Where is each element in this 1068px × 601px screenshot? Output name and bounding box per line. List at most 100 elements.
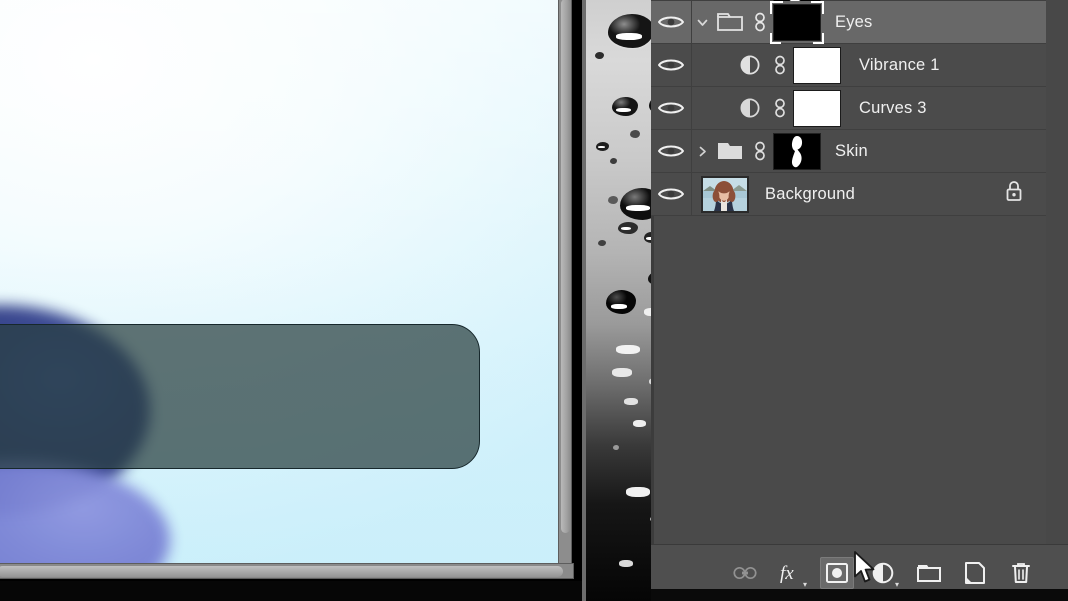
lock-indicator-background[interactable] — [1004, 180, 1024, 209]
layer-name-eyes: Eyes — [835, 12, 873, 31]
water-drop — [644, 232, 651, 243]
canvas-vertical-scrollbar[interactable] — [558, 0, 572, 568]
adjustment-circle-icon — [740, 98, 760, 118]
window-bottom-edge — [0, 581, 586, 601]
link-indicator-curves-3[interactable] — [767, 98, 793, 118]
canvas-vertical-scrollbar-thumb[interactable] — [561, 0, 570, 533]
water-drop-highlight — [624, 398, 638, 405]
canvas-horizontal-scrollbar[interactable] — [0, 563, 574, 579]
link-icon — [733, 566, 757, 580]
visibility-toggle-curves-3[interactable] — [651, 100, 691, 116]
new-group-button[interactable] — [912, 557, 946, 589]
layer-row-vibrance-1[interactable]: Vibrance 1 — [651, 44, 1046, 87]
link-indicator-eyes[interactable] — [747, 12, 773, 32]
layer-name-background: Background — [765, 184, 856, 203]
layer-row-eyes[interactable]: Eyes — [651, 0, 1046, 44]
water-drop — [618, 222, 638, 234]
visibility-toggle-background[interactable] — [651, 186, 691, 202]
layer-list[interactable]: Hair — [651, 0, 1046, 216]
desktop-wallpaper-strip — [586, 0, 651, 601]
eye-icon — [658, 16, 684, 28]
water-drop-highlight — [633, 420, 646, 427]
trash-icon — [1012, 563, 1030, 583]
layer-mask-icon — [826, 563, 848, 583]
row-divider — [691, 44, 692, 86]
layer-mask-thumbnail-active[interactable] — [770, 0, 824, 44]
layers-panel[interactable]: Hair — [651, 0, 1068, 601]
chevron-down-icon — [697, 19, 707, 26]
layer-row-skin[interactable]: Skin — [651, 130, 1046, 173]
water-drop — [608, 14, 651, 48]
layer-row-curves-3[interactable]: Curves 3 — [651, 87, 1046, 130]
selected-overlay-rectangle[interactable] — [0, 324, 480, 469]
folder-open-icon — [717, 13, 743, 31]
water-drop — [598, 240, 606, 246]
folder-icon — [917, 565, 941, 582]
image-canvas[interactable] — [0, 0, 564, 567]
mask-silhouette — [791, 135, 803, 167]
group-folder-icon-eyes — [713, 12, 747, 32]
add-layer-mask-button[interactable] — [820, 557, 854, 589]
visibility-toggle-skin[interactable] — [651, 143, 691, 159]
adjustment-caret-icon: ▾ — [894, 580, 899, 589]
link-layers-button[interactable] — [728, 557, 762, 589]
link-icon — [775, 98, 785, 118]
link-indicator-skin[interactable] — [747, 141, 773, 161]
water-drop-highlight — [612, 368, 632, 377]
water-drop — [595, 52, 604, 59]
mask-thumbnail-curves-3[interactable] — [793, 89, 841, 127]
fx-caret-icon: ▾ — [802, 580, 807, 589]
image-thumbnail-background[interactable] — [701, 175, 749, 213]
link-icon — [755, 141, 765, 161]
water-drop-highlight — [613, 445, 619, 450]
adjustment-layer-icon-vibrance-1 — [733, 54, 767, 76]
layer-mask-thumbnail[interactable] — [773, 132, 821, 170]
water-drop — [610, 158, 617, 164]
water-drop-highlight — [619, 560, 633, 567]
panel-right-strip[interactable] — [1046, 0, 1068, 601]
folder-icon — [718, 143, 742, 159]
new-layer-button[interactable] — [958, 557, 992, 589]
layer-mask-thumbnail[interactable] — [793, 89, 841, 127]
water-drop — [596, 142, 609, 151]
layer-name-curves-3: Curves 3 — [859, 98, 927, 117]
mask-thumbnail-skin[interactable] — [773, 132, 821, 170]
eye-icon — [658, 102, 684, 114]
lock-icon — [1006, 181, 1022, 201]
water-drop-highlight — [616, 345, 640, 354]
visibility-toggle-eyes[interactable] — [651, 14, 691, 30]
delete-layer-button[interactable] — [1004, 557, 1038, 589]
new-adjustment-layer-button[interactable]: ▾ — [866, 557, 900, 589]
disclosure-chevron-eyes[interactable] — [691, 16, 713, 29]
photoshop-document-window[interactable] — [0, 0, 586, 601]
water-drop-highlight — [626, 487, 650, 497]
canvas-horizontal-scrollbar-thumb[interactable] — [0, 566, 563, 577]
water-drop-highlight — [644, 308, 651, 316]
subject-shoulder-shape — [0, 460, 170, 567]
water-drop — [608, 196, 618, 204]
link-indicator-vibrance-1[interactable] — [767, 55, 793, 75]
eye-icon — [658, 59, 684, 71]
water-drop — [630, 130, 640, 138]
adjustment-circle-icon — [872, 562, 894, 584]
screen-bottom-edge — [651, 589, 1068, 601]
layer-mask-thumbnail[interactable] — [793, 46, 841, 84]
layer-style-button[interactable]: fx ▾ — [774, 557, 808, 589]
link-icon — [755, 12, 765, 32]
mask-thumbnail-vibrance-1[interactable] — [793, 46, 841, 84]
visibility-toggle-vibrance-1[interactable] — [651, 57, 691, 73]
layer-thumbnail[interactable] — [701, 175, 749, 213]
row-divider — [691, 1, 692, 43]
eye-icon — [658, 145, 684, 157]
layer-name-skin: Skin — [835, 141, 868, 160]
row-divider — [691, 87, 692, 129]
water-drop — [612, 97, 638, 116]
layer-name-vibrance-1: Vibrance 1 — [859, 55, 940, 74]
water-drop — [606, 290, 636, 314]
svg-text:fx: fx — [780, 563, 794, 584]
disclosure-chevron-skin[interactable] — [691, 145, 713, 158]
row-divider — [691, 173, 692, 215]
chevron-right-icon — [699, 146, 706, 156]
mask-thumbnail-eyes[interactable] — [770, 0, 824, 44]
layer-row-background[interactable]: Background — [651, 173, 1046, 216]
